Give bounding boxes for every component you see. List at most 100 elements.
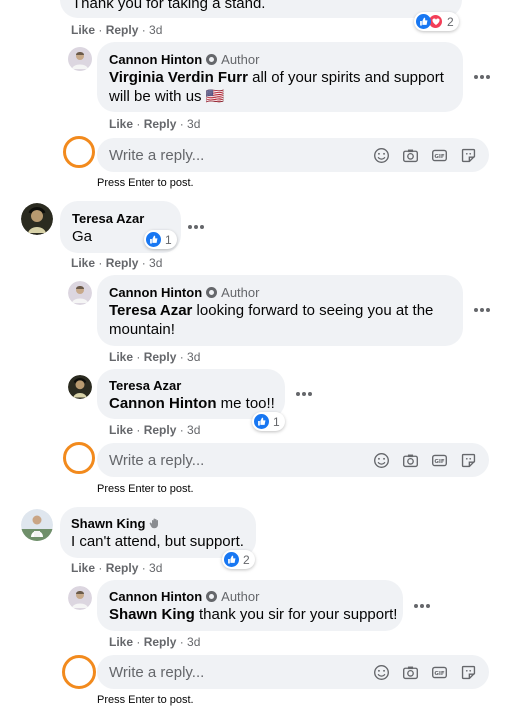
reply-input-tools: GIF <box>373 147 477 164</box>
timestamp[interactable]: 3d <box>149 561 162 575</box>
camera-icon[interactable] <box>402 664 419 681</box>
timestamp[interactable]: 3d <box>187 350 200 364</box>
reaction-pill[interactable]: 2 <box>414 12 459 31</box>
comment-author-header: Cannon Hinton Author <box>109 589 259 604</box>
comment-actions: Like · Reply · 3d <box>109 350 201 364</box>
author-badge-label: Author <box>221 52 260 67</box>
reply-link[interactable]: Reply <box>144 423 177 437</box>
author-name[interactable]: Cannon Hinton <box>109 589 202 604</box>
sticker-icon[interactable] <box>460 452 477 469</box>
reply-link[interactable]: Reply <box>144 117 177 131</box>
comment-text: Shawn King thank you sir for your suppor… <box>109 605 399 624</box>
timestamp[interactable]: 3d <box>187 635 200 649</box>
comment-actions: Like · Reply · 3d <box>109 635 201 649</box>
camera-icon[interactable] <box>402 147 419 164</box>
reaction-count: 2 <box>243 552 250 567</box>
reaction-pill[interactable]: 1 <box>144 230 177 249</box>
author-name[interactable]: Cannon Hinton <box>109 52 202 67</box>
mention-link[interactable]: Cannon Hinton <box>109 395 216 412</box>
comment-text: Teresa Azar looking forward to seeing yo… <box>109 301 455 339</box>
highlight-circle <box>63 442 95 474</box>
author-badge-label: Author <box>221 589 260 604</box>
author-badge-icon <box>206 591 218 602</box>
comment-body: thank you sir for your support! <box>194 606 398 623</box>
timestamp[interactable]: 3d <box>149 23 162 37</box>
reply-input-placeholder[interactable]: Write a reply... <box>109 664 204 681</box>
timestamp[interactable]: 3d <box>149 256 162 270</box>
comment-text: Virginia Verdin Furr all of your spirits… <box>109 68 455 106</box>
reply-link[interactable]: Reply <box>106 561 139 575</box>
more-options-icon[interactable] <box>472 300 492 320</box>
reply-input-placeholder[interactable]: Write a reply... <box>109 147 204 164</box>
like-link[interactable]: Like <box>109 635 133 649</box>
gif-icon[interactable]: GIF <box>431 147 448 164</box>
wave-icon <box>149 518 159 529</box>
reaction-count: 1 <box>165 232 172 247</box>
reaction-pill[interactable]: 2 <box>222 550 255 569</box>
reply-link[interactable]: Reply <box>144 350 177 364</box>
emoji-icon[interactable] <box>373 452 390 469</box>
highlight-circle <box>63 136 95 168</box>
avatar-teresa-azar[interactable] <box>68 375 92 399</box>
avatar-shawn-king[interactable] <box>21 509 53 541</box>
more-options-icon[interactable] <box>412 596 432 616</box>
reaction-pill[interactable]: 1 <box>252 412 285 431</box>
avatar-cannon-hinton[interactable] <box>68 281 92 305</box>
author-name[interactable]: Teresa Azar <box>109 378 181 393</box>
mention-link[interactable]: Virginia Verdin Furr <box>109 69 248 86</box>
svg-text:GIF: GIF <box>434 459 445 465</box>
reply-input-box[interactable]: Write a reply... GIF <box>97 655 489 689</box>
reply-bubble-2: Cannon Hinton Author Teresa Azar looking … <box>97 275 463 346</box>
comment-actions: Like · Reply · 3d <box>71 561 163 575</box>
comment-author-header: Cannon Hinton Author <box>109 285 259 300</box>
comment-actions: Like · Reply · 3d <box>109 117 201 131</box>
reply-link[interactable]: Reply <box>106 23 139 37</box>
comment-text: Cannon Hinton me too!! <box>109 394 275 413</box>
gif-icon[interactable]: GIF <box>431 664 448 681</box>
reply-bubble-3: Teresa Azar Cannon Hinton me too!! <box>97 369 285 419</box>
reply-input-placeholder[interactable]: Write a reply... <box>109 452 204 469</box>
avatar-cannon-hinton[interactable] <box>68 586 92 610</box>
avatar-cannon-hinton[interactable] <box>68 47 92 71</box>
more-options-icon[interactable] <box>294 384 314 404</box>
avatar-teresa-azar[interactable] <box>21 203 53 235</box>
press-enter-hint: Press Enter to post. <box>97 177 194 189</box>
mention-link[interactable]: Teresa Azar <box>109 302 192 319</box>
reply-bubble-1: Cannon Hinton Author Virginia Verdin Furr… <box>97 42 463 112</box>
like-link[interactable]: Like <box>109 117 133 131</box>
more-options-icon[interactable] <box>472 67 492 87</box>
reply-link[interactable]: Reply <box>144 635 177 649</box>
sticker-icon[interactable] <box>460 664 477 681</box>
emoji-icon[interactable] <box>373 147 390 164</box>
reply-input-tools: GIF <box>373 452 477 469</box>
comment-actions: Like · Reply · 3d <box>71 23 163 37</box>
camera-icon[interactable] <box>402 452 419 469</box>
reply-input-box[interactable]: Write a reply... GIF <box>97 138 489 172</box>
emoji-icon[interactable] <box>373 664 390 681</box>
comment-text: Ga <box>72 228 93 245</box>
timestamp[interactable]: 3d <box>187 423 200 437</box>
like-link[interactable]: Like <box>109 423 133 437</box>
comment-text: I can't attend, but support. <box>71 533 244 550</box>
reply-link[interactable]: Reply <box>106 256 139 270</box>
mention-link[interactable]: Shawn King <box>109 606 195 623</box>
more-options-icon[interactable] <box>186 217 206 237</box>
like-link[interactable]: Like <box>71 256 95 270</box>
svg-text:GIF: GIF <box>434 154 445 160</box>
comment-body: me too!! <box>216 395 275 412</box>
like-link[interactable]: Like <box>71 23 95 37</box>
like-icon <box>416 14 431 29</box>
like-link[interactable]: Like <box>71 561 95 575</box>
reaction-count: 1 <box>273 414 280 429</box>
like-link[interactable]: Like <box>109 350 133 364</box>
reply-input-box[interactable]: Write a reply... GIF <box>97 443 489 477</box>
author-name[interactable]: Cannon Hinton <box>109 285 202 300</box>
timestamp[interactable]: 3d <box>187 117 200 131</box>
gif-icon[interactable]: GIF <box>431 452 448 469</box>
author-badge-label: Author <box>221 285 260 300</box>
author-name[interactable]: Shawn King <box>71 516 145 531</box>
svg-text:GIF: GIF <box>434 671 445 677</box>
sticker-icon[interactable] <box>460 147 477 164</box>
author-name[interactable]: Teresa Azar <box>72 211 144 226</box>
comment-bubble-top: Thank you for taking a stand. <box>60 0 462 18</box>
